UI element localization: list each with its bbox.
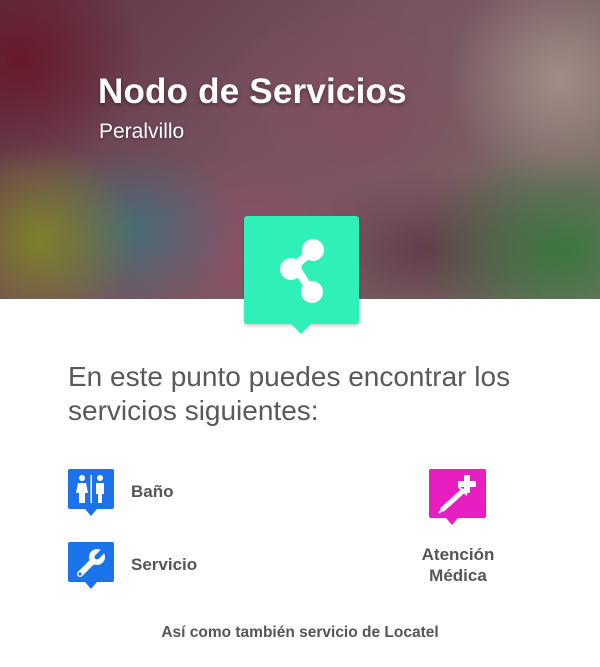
footer-note: Así como también servicio de Locatel (161, 624, 439, 641)
page-title: Nodo de Servicios (98, 72, 407, 111)
service-label: Atención Médica (421, 545, 495, 585)
node-marker (244, 216, 359, 334)
restroom-icon (68, 469, 114, 516)
share-node-icon (280, 239, 324, 303)
location-subtitle: Peralvillo (99, 120, 185, 143)
wrench-icon (68, 542, 114, 589)
service-atencion-medica[interactable]: Atención Médica (400, 469, 516, 589)
medical-syringe-icon (429, 469, 486, 525)
service-bano[interactable]: Baño (68, 469, 208, 517)
service-servicio[interactable]: Servicio (68, 542, 218, 590)
intro-text: En este punto puedes encontrar los servi… (68, 361, 511, 426)
service-label: Servicio (131, 555, 198, 574)
service-label: Baño (131, 482, 174, 501)
